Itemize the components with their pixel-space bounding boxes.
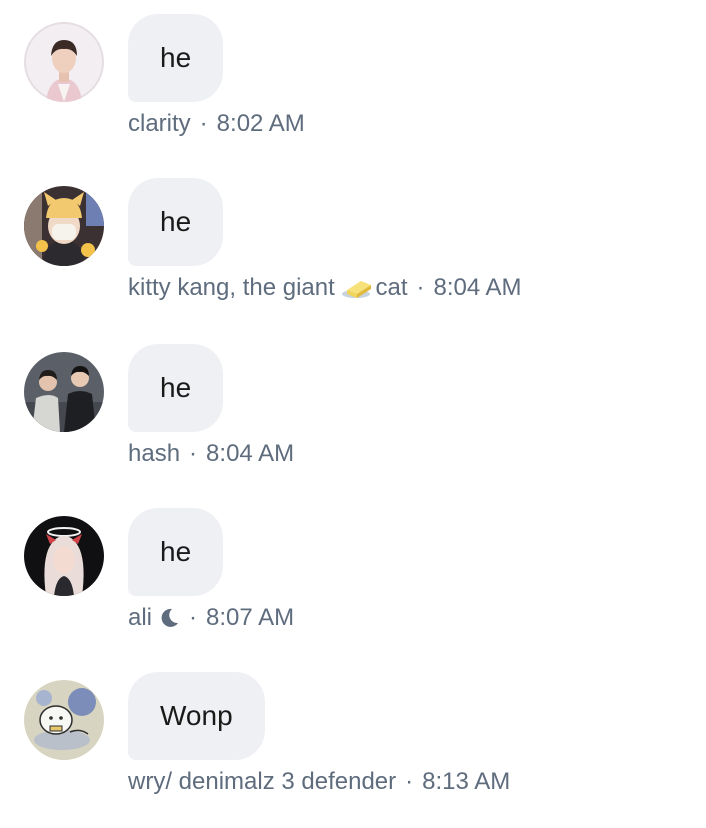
avatar-ali-icon xyxy=(24,516,104,596)
author-name[interactable]: ali xyxy=(128,604,152,632)
message-meta: kitty kang, the giant cat · 8:04 AM xyxy=(128,274,522,302)
author-name[interactable]: kitty kang, the giant xyxy=(128,274,341,302)
meta-separator: · xyxy=(189,440,198,467)
message-timestamp: 8:04 AM xyxy=(433,274,522,301)
message-item: he kitty kang, the giant cat · 8:04 AM xyxy=(0,178,706,328)
meta-separator: · xyxy=(199,110,208,137)
user-avatar-clarity[interactable] xyxy=(24,22,104,102)
message-meta: hash · 8:04 AM xyxy=(128,440,294,468)
butter-icon xyxy=(342,281,372,298)
message-timestamp: 8:13 AM xyxy=(422,768,511,795)
message-meta: wry/ denimalz 3 defender · 8:13 AM xyxy=(128,768,510,796)
message-bubble[interactable]: he xyxy=(128,14,224,102)
message-timestamp: 8:07 AM xyxy=(206,604,295,631)
message-item: he hash · 8:04 AM xyxy=(0,344,706,494)
author-name[interactable]: clarity xyxy=(128,110,191,138)
message-timestamp: 8:02 AM xyxy=(216,110,305,137)
message-meta: ali · 8:07 AM xyxy=(128,604,294,632)
user-avatar-kitty[interactable] xyxy=(24,186,104,266)
author-name[interactable]: wry/ denimalz 3 defender xyxy=(128,768,396,796)
crescent-moon-icon xyxy=(161,608,179,627)
message-item: he ali · 8:07 AM xyxy=(0,508,706,658)
message-feed: he clarity · 8:02 AM he kitty kang, the … xyxy=(0,0,706,828)
message-bubble[interactable]: he xyxy=(128,344,224,432)
avatar-hash-icon xyxy=(24,352,104,432)
meta-separator: · xyxy=(189,604,198,631)
user-avatar-ali[interactable] xyxy=(24,516,104,596)
meta-separator: · xyxy=(416,274,425,301)
author-name-suffix: cat xyxy=(375,274,408,301)
avatar-wry-icon xyxy=(24,680,104,760)
message-timestamp: 8:04 AM xyxy=(206,440,295,467)
message-bubble[interactable]: Wonp xyxy=(128,672,265,760)
message-item: he clarity · 8:02 AM xyxy=(0,14,706,164)
message-bubble[interactable]: he xyxy=(128,178,224,266)
message-item: Wonp wry/ denimalz 3 defender · 8:13 AM xyxy=(0,672,706,822)
user-avatar-wry[interactable] xyxy=(24,680,104,760)
author-name[interactable]: hash xyxy=(128,440,180,468)
message-meta: clarity · 8:02 AM xyxy=(128,110,305,138)
avatar-kitty-icon xyxy=(24,186,104,266)
avatar-clarity-icon xyxy=(24,22,104,102)
user-avatar-hash[interactable] xyxy=(24,352,104,432)
meta-separator: · xyxy=(405,768,414,795)
message-bubble[interactable]: he xyxy=(128,508,224,596)
